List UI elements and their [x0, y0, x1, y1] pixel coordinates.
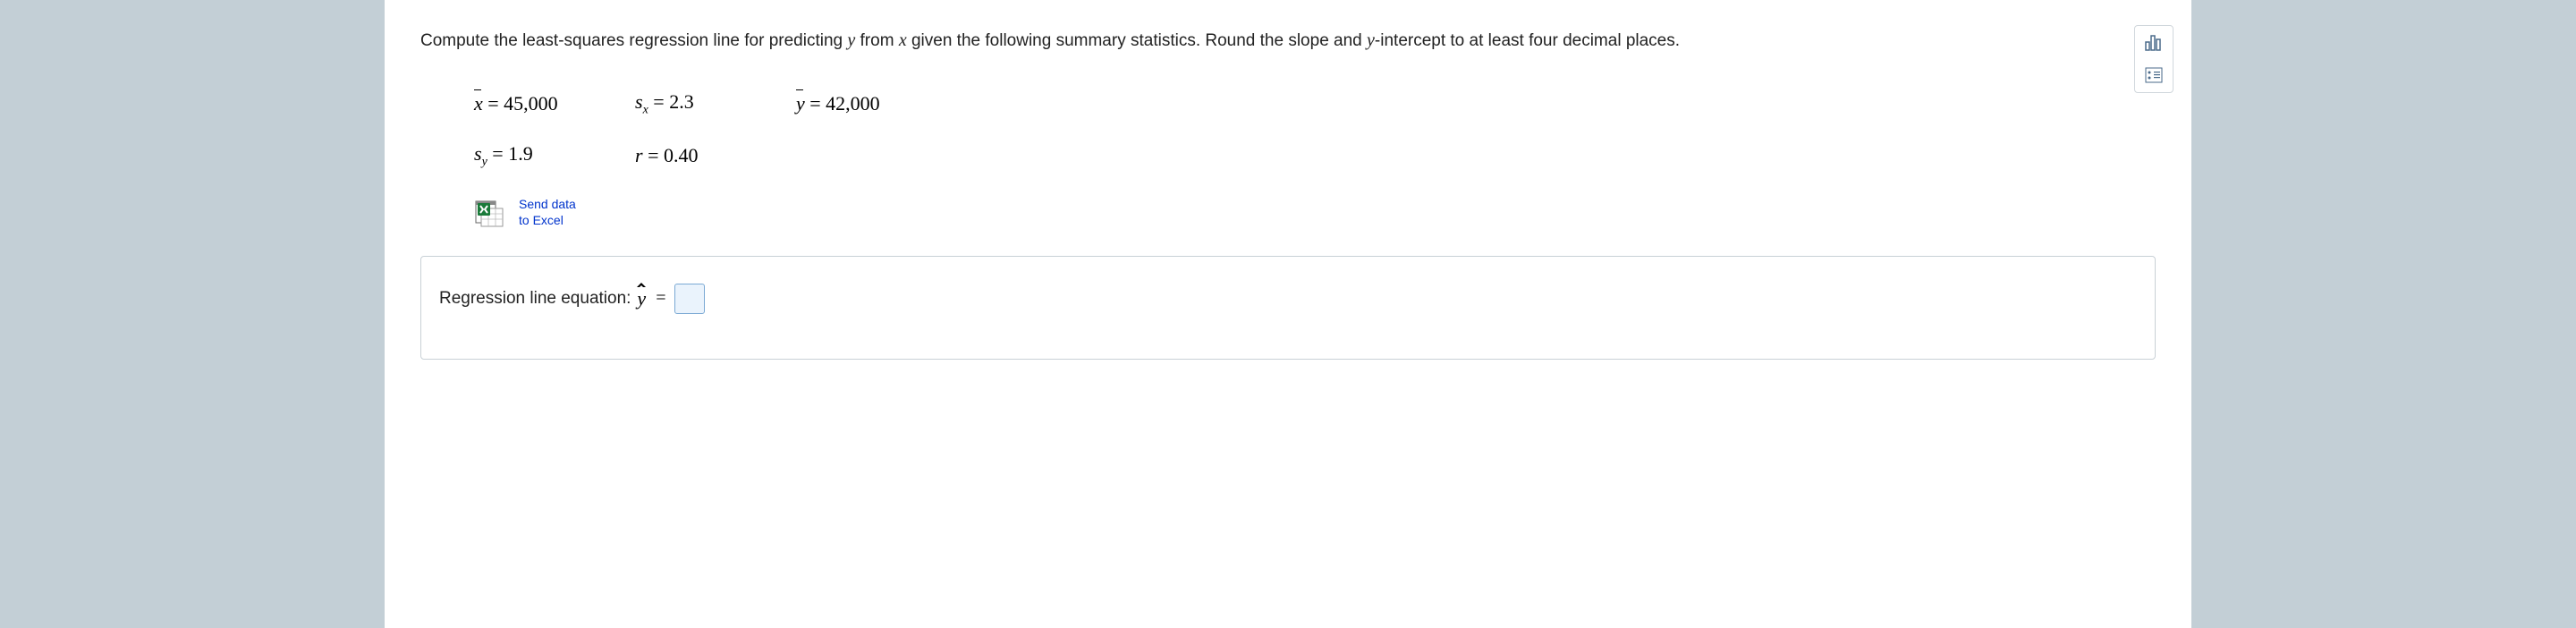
- variable-y: y: [847, 30, 855, 50]
- excel-icon: [474, 196, 506, 228]
- bar-chart-icon: [2145, 35, 2163, 51]
- regression-answer-input[interactable]: [674, 284, 705, 314]
- sy-sub: y: [482, 155, 487, 168]
- stat-xbar: x = 45,000: [474, 92, 581, 115]
- left-gutter: [0, 0, 385, 628]
- sx-sub: x: [643, 103, 648, 116]
- send-excel-line2: to Excel: [519, 212, 576, 228]
- send-excel-text: Send data to Excel: [519, 196, 576, 228]
- send-excel-line1: Send data: [519, 196, 576, 212]
- stat-row-1: x = 45,000 sx = 2.3 y = 42,000: [474, 90, 2156, 117]
- equals-sign: =: [656, 288, 665, 309]
- ybar-symbol: y: [796, 92, 805, 115]
- right-gutter: [2191, 0, 2576, 628]
- stat-row-2: sy = 1.9 r = 0.40: [474, 142, 2156, 169]
- xbar-value: = 45,000: [487, 92, 557, 115]
- question-text: Compute the least-squares regression lin…: [420, 27, 2156, 55]
- stat-ybar: y = 42,000: [796, 92, 903, 115]
- stat-sy: sy = 1.9: [474, 142, 581, 169]
- y-hat-symbol: y: [636, 287, 647, 310]
- bar-chart-tool-button[interactable]: [2139, 30, 2169, 56]
- question-suffix: -intercept to at least four decimal plac…: [1375, 31, 1680, 50]
- page-wrap: Compute the least-squares regression lin…: [0, 0, 2576, 628]
- r-symbol: r: [635, 144, 643, 166]
- statistics-block: x = 45,000 sx = 2.3 y = 42,000 sy = 1.9: [474, 90, 2156, 170]
- main-content: Compute the least-squares regression lin…: [385, 0, 2191, 628]
- tool-panel: [2134, 25, 2174, 93]
- question-mid1: from: [855, 31, 899, 50]
- answer-label: Regression line equation:: [439, 289, 631, 309]
- xbar-symbol: x: [474, 92, 483, 115]
- sx-s: s: [635, 90, 643, 113]
- stat-r: r = 0.40: [635, 144, 742, 167]
- stat-sx: sx = 2.3: [635, 90, 742, 117]
- r-value: = 0.40: [648, 144, 698, 166]
- question-mid2: given the following summary statistics. …: [907, 31, 1367, 50]
- sx-value: = 2.3: [653, 90, 693, 113]
- sy-s: s: [474, 142, 482, 165]
- scatter-icon: [2145, 67, 2163, 83]
- answer-box: Regression line equation: y =: [420, 256, 2156, 360]
- variable-y-2: y: [1367, 30, 1375, 50]
- ybar-value: = 42,000: [809, 92, 879, 115]
- send-to-excel-link[interactable]: Send data to Excel: [474, 196, 2156, 228]
- question-prefix: Compute the least-squares regression lin…: [420, 31, 847, 50]
- variable-x: x: [899, 30, 907, 50]
- sy-value: = 1.9: [492, 142, 532, 165]
- scatter-tool-button[interactable]: [2139, 62, 2169, 89]
